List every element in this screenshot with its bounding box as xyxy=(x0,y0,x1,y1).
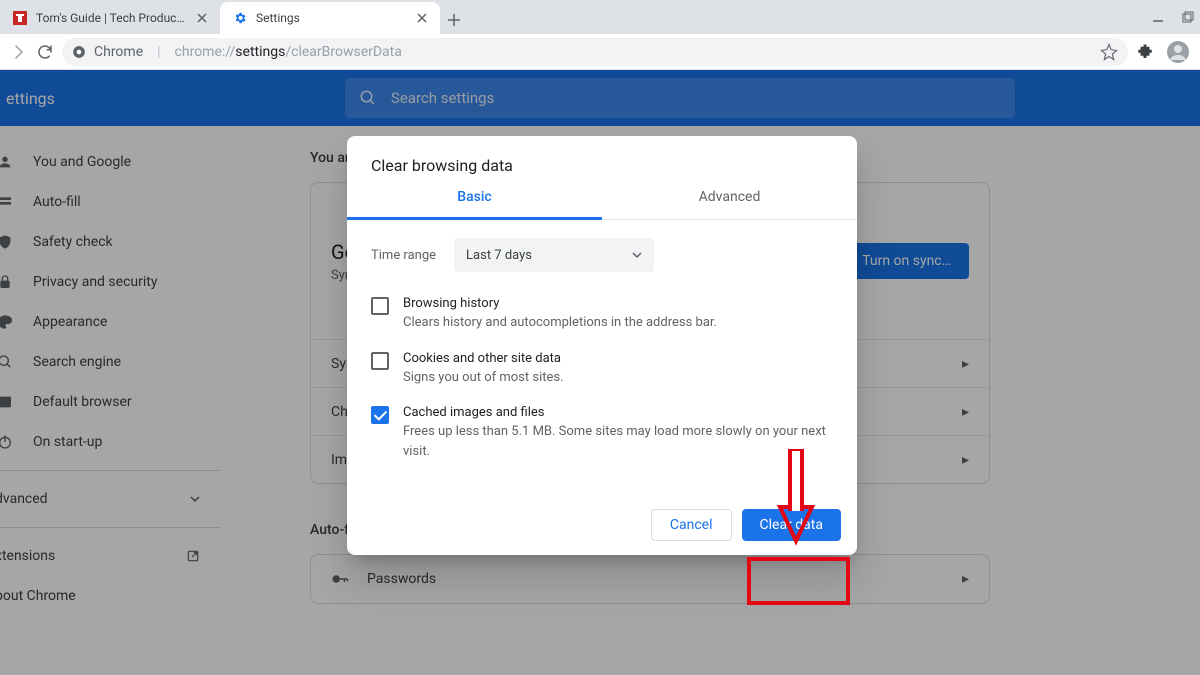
site-info-icon[interactable] xyxy=(72,45,86,59)
dialog-tabs: Basic Advanced xyxy=(347,189,857,220)
tab-title: Tom's Guide | Tech Product Revie xyxy=(36,11,186,25)
window-controls xyxy=(1152,0,1194,34)
close-icon[interactable] xyxy=(414,10,430,26)
minimize-icon[interactable] xyxy=(1152,11,1164,23)
dialog-title: Clear browsing data xyxy=(347,136,857,189)
bookmark-star-icon[interactable] xyxy=(1100,43,1118,61)
toolbar-icons xyxy=(1136,40,1190,64)
option-cookies: Cookies and other site data Signs you ou… xyxy=(371,351,833,388)
tab-active[interactable]: Settings xyxy=(220,2,440,34)
option-cached: Cached images and files Frees up less th… xyxy=(371,405,833,461)
url-scheme-label: Chrome xyxy=(94,44,143,60)
clear-data-button[interactable]: Clear data xyxy=(742,509,841,541)
gear-icon xyxy=(232,10,248,26)
time-range-label: Time range xyxy=(371,248,436,263)
close-icon[interactable] xyxy=(194,10,210,26)
time-range-select[interactable]: Last 7 days xyxy=(454,238,654,272)
cancel-button[interactable]: Cancel xyxy=(651,509,732,541)
new-tab-button[interactable] xyxy=(440,6,468,34)
checkbox[interactable] xyxy=(371,352,389,370)
chevron-down-icon xyxy=(632,250,642,260)
browser-toolbar: Chrome | chrome://settings/clearBrowserD… xyxy=(0,34,1200,70)
tab-advanced[interactable]: Advanced xyxy=(602,189,857,219)
tab-inactive[interactable]: Tom's Guide | Tech Product Revie xyxy=(0,2,220,34)
extensions-icon[interactable] xyxy=(1136,43,1154,61)
checkbox[interactable] xyxy=(371,297,389,315)
tab-basic[interactable]: Basic xyxy=(347,189,602,220)
tab-strip: Tom's Guide | Tech Product Revie Setting… xyxy=(0,0,1200,34)
omnibox[interactable]: Chrome | chrome://settings/clearBrowserD… xyxy=(62,38,1128,66)
profile-avatar-icon[interactable] xyxy=(1166,40,1190,64)
url: chrome://settings/clearBrowserData xyxy=(175,44,402,60)
browser-chrome: Tom's Guide | Tech Product Revie Setting… xyxy=(0,0,1200,70)
clear-browsing-data-dialog: Clear browsing data Basic Advanced Time … xyxy=(347,136,857,555)
maximize-icon[interactable] xyxy=(1182,11,1194,23)
reload-button[interactable] xyxy=(36,43,54,61)
checkbox[interactable] xyxy=(371,406,389,424)
option-browsing-history: Browsing history Clears history and auto… xyxy=(371,296,833,333)
forward-button[interactable] xyxy=(10,43,28,61)
tab-favicon-tomsguide xyxy=(12,10,28,26)
tab-title: Settings xyxy=(256,11,406,25)
